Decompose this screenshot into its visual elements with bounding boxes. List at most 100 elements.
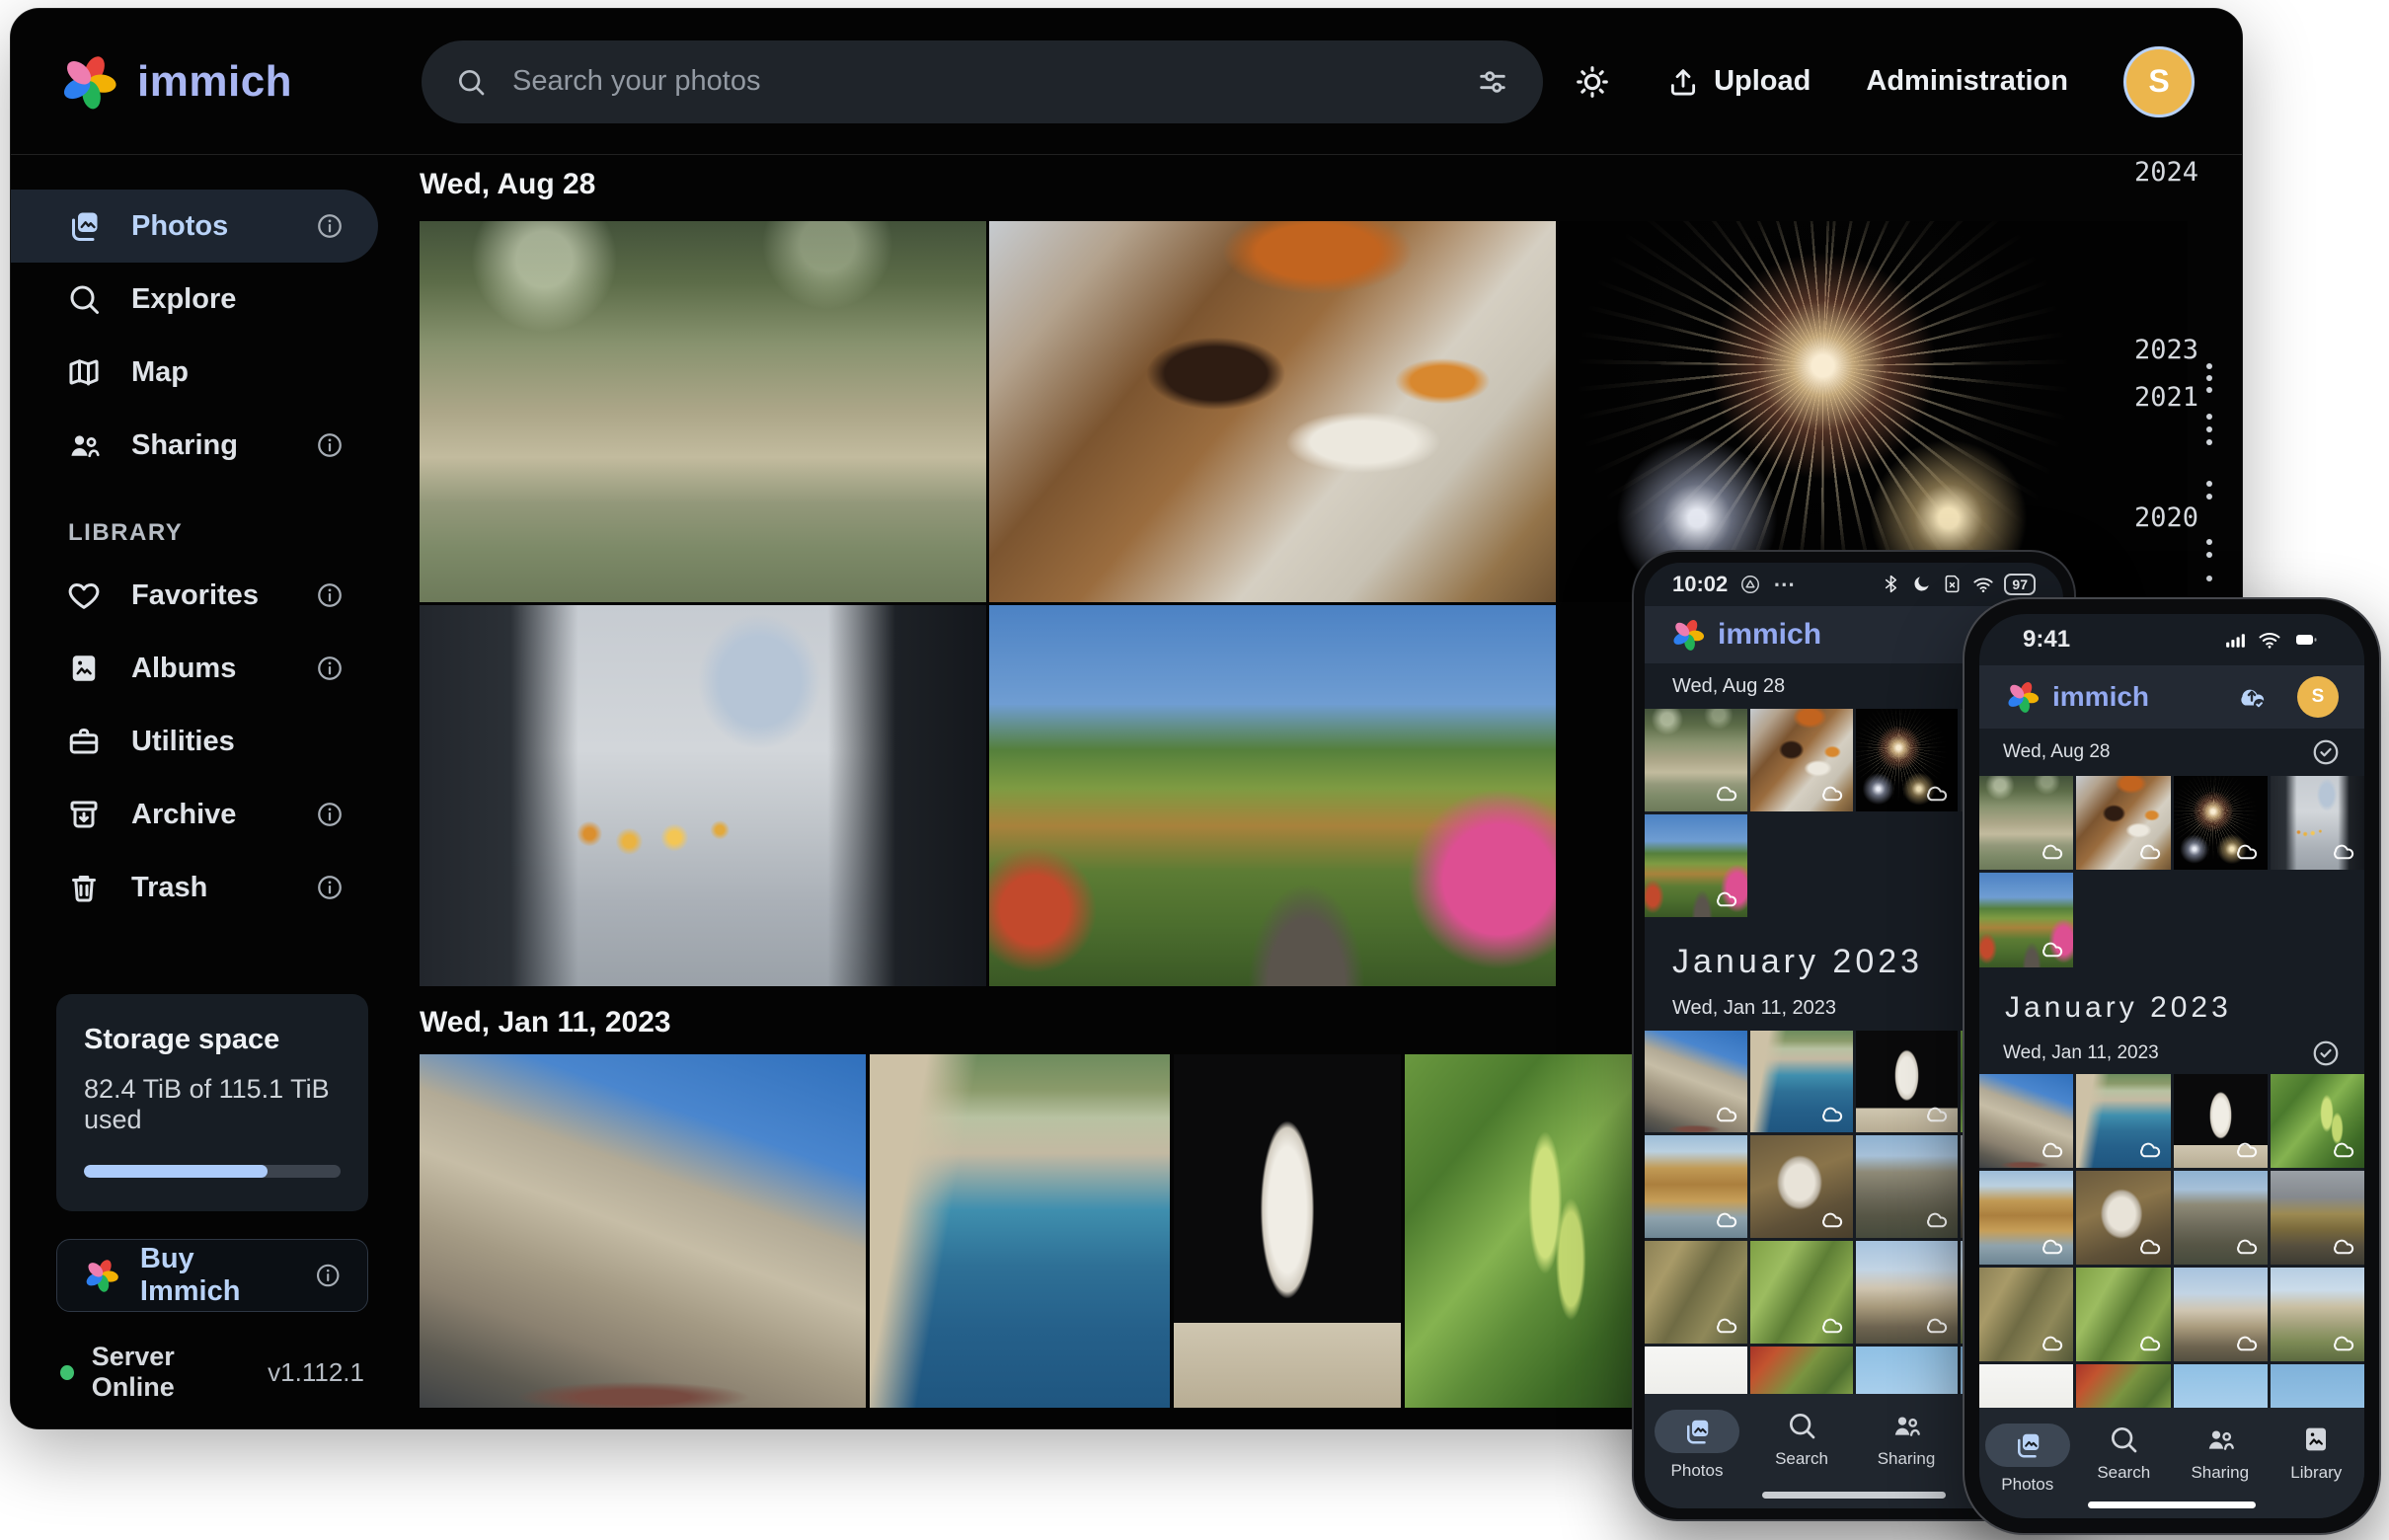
photo-dinner-table[interactable] [989, 221, 1556, 602]
timeline-year-2020[interactable]: 2020 [2134, 502, 2198, 533]
thumb-coastal-town[interactable] [2076, 1074, 2170, 1168]
backup-cloud-icon[interactable] [2232, 680, 2272, 714]
dnd-moon-icon [1911, 574, 1932, 594]
search-icon [455, 66, 487, 98]
thumb-lizard-closeup[interactable] [1979, 1268, 2073, 1361]
thumb-autumn-park[interactable] [1979, 873, 2073, 966]
sidebar-item-photos[interactable]: Photos [11, 190, 378, 263]
sidebar-item-utilities[interactable]: Utilities [11, 705, 378, 778]
cloud-icon [1713, 1206, 1739, 1233]
administration-link[interactable]: Administration [1866, 65, 2068, 98]
upload-button[interactable]: Upload [1666, 65, 1811, 99]
timeline-tick [2206, 576, 2212, 581]
sidebar-item-trash[interactable]: Trash [11, 851, 378, 924]
info-icon[interactable] [315, 580, 345, 610]
thumb-beach-cliff[interactable] [1979, 1171, 2073, 1265]
date-group-header: Wed, Aug 28 [1979, 729, 2364, 776]
thumb-church-village[interactable] [2174, 1268, 2268, 1361]
thumb-stone-sculpture[interactable] [2076, 1171, 2170, 1265]
server-version: v1.112.1 [268, 1357, 364, 1388]
user-avatar[interactable]: S [2123, 46, 2195, 117]
sidebar-item-explore[interactable]: Explore [11, 263, 378, 336]
thumb-church-village[interactable] [1856, 1241, 1959, 1344]
thumb-fortress-walls[interactable] [1645, 1031, 1747, 1133]
select-all-check-icon[interactable] [2311, 737, 2341, 767]
thumb-marble-bust[interactable] [2174, 1074, 2268, 1168]
search-bar[interactable] [422, 40, 1543, 123]
thumb-fireworks[interactable] [2174, 776, 2268, 870]
thumb-beach-cliff[interactable] [1645, 1135, 1747, 1238]
photo-green-berries[interactable] [1405, 1054, 1639, 1408]
date-group-header: Wed, Jan 11, 2023 [1979, 1033, 2364, 1074]
sidebar-item-map[interactable]: Map [11, 336, 378, 409]
thumb-green-berries[interactable] [2271, 1074, 2364, 1168]
timeline-year-2023[interactable]: 2023 [2134, 335, 2198, 365]
photo-marble-bust[interactable] [1174, 1054, 1401, 1408]
search-input[interactable] [512, 65, 1450, 98]
timeline-tick [2206, 414, 2212, 420]
thumb-stone-sculpture[interactable] [1750, 1135, 1853, 1238]
thumb-farmhouse[interactable] [2271, 1268, 2364, 1361]
thumb-zoo-monkeys[interactable] [1645, 709, 1747, 811]
buy-immich-button[interactable]: Buy Immich [56, 1239, 368, 1312]
cloud-icon [1713, 1312, 1739, 1339]
info-icon[interactable] [315, 211, 345, 241]
home-indicator[interactable] [2088, 1502, 2256, 1508]
sidebar-item-favorites[interactable]: Favorites [11, 559, 378, 632]
home-indicator[interactable] [1762, 1492, 1946, 1499]
sidebar-item-sharing[interactable]: Sharing [11, 409, 378, 482]
thumb-fireworks[interactable] [1856, 709, 1959, 811]
nav-tab-photos[interactable]: Photos [1979, 1408, 2076, 1518]
thumb-fortress-walls[interactable] [1979, 1074, 2073, 1168]
filter-icon[interactable] [1476, 65, 1509, 99]
timeline-year-2024[interactable]: 2024 [2134, 157, 2198, 188]
cloud-icon [2233, 1136, 2260, 1163]
info-icon[interactable] [315, 873, 345, 902]
nav-tab-library[interactable]: Library [2269, 1408, 2365, 1518]
thumb-castle-ruins[interactable] [2174, 1171, 2268, 1265]
nav-tab-photos[interactable]: Photos [1645, 1394, 1749, 1508]
timeline-year-2021[interactable]: 2021 [2134, 382, 2198, 413]
sidebar-item-archive[interactable]: Archive [11, 778, 378, 851]
immich-logo-text: immich [1718, 618, 1821, 652]
sidebar-item-albums[interactable]: Albums [11, 632, 378, 705]
thumb-marble-bust[interactable] [1856, 1031, 1959, 1133]
sidebar-item-label: Sharing [131, 429, 238, 462]
photo-fortress-walls[interactable] [420, 1054, 866, 1408]
photo-fireworks[interactable] [1559, 221, 2188, 602]
photos-icon [1655, 1410, 1739, 1453]
cloud-icon [2039, 1136, 2065, 1163]
thumb-coastal-town[interactable] [1750, 1031, 1853, 1133]
photo-coastal-town[interactable] [870, 1054, 1170, 1408]
theme-toggle-sun-icon[interactable] [1574, 63, 1611, 101]
thumb-lizard-moss[interactable] [1750, 1241, 1853, 1344]
sharing-people-icon [1890, 1410, 1922, 1441]
timeline-tick [2206, 481, 2212, 487]
wifi-icon [2258, 628, 2281, 652]
cloud-icon [1923, 1206, 1950, 1233]
immich-logo[interactable]: immich [58, 51, 422, 113]
info-icon[interactable] [315, 800, 345, 829]
thumb-lizard-closeup[interactable] [1645, 1241, 1747, 1344]
battery-icon [2291, 628, 2321, 652]
thumb-castle-ruins[interactable] [1856, 1135, 1959, 1238]
thumb-holding-hands[interactable] [2271, 776, 2364, 870]
thumb-zoo-monkeys[interactable] [1979, 776, 2073, 870]
photo-zoo-monkeys[interactable] [420, 221, 986, 602]
photo-holding-hands[interactable] [420, 605, 986, 986]
thumb-lizard-moss[interactable] [2076, 1268, 2170, 1361]
thumb-dinner-table[interactable] [2076, 776, 2170, 870]
photo-autumn-park[interactable] [989, 605, 1556, 986]
photos-icon [66, 208, 102, 244]
nav-tab-label: Search [2097, 1463, 2150, 1483]
thumb-autumn-park[interactable] [1645, 814, 1747, 917]
info-icon[interactable] [315, 430, 345, 460]
sidebar-item-label: Archive [131, 799, 236, 831]
info-icon[interactable] [315, 654, 345, 683]
info-icon[interactable] [314, 1261, 342, 1290]
select-all-check-icon[interactable] [2311, 1039, 2341, 1068]
user-avatar[interactable]: S [2297, 676, 2339, 718]
immich-logo-icon [58, 51, 119, 113]
thumb-dinner-table[interactable] [1750, 709, 1853, 811]
thumb-tiered-ornament[interactable] [2271, 1171, 2364, 1265]
